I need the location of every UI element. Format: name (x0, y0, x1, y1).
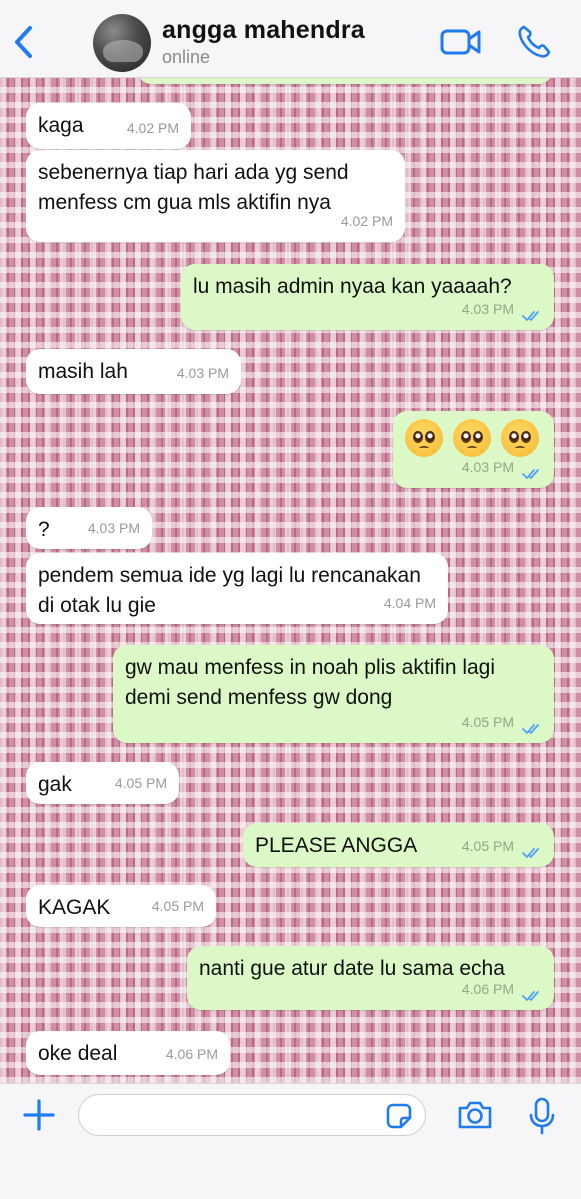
message-text: PLEASE ANGGA (255, 834, 418, 857)
message-time: 4.06 PM (165, 1046, 218, 1062)
message-outgoing[interactable]: lu masih admin nyaa kan yaaaah? 4.03 PM (181, 264, 554, 330)
phone-icon[interactable] (516, 24, 552, 60)
message-input[interactable] (78, 1094, 426, 1136)
message-incoming[interactable]: pendem semua ide yg lagi lu rencanakan d… (26, 553, 448, 624)
message-text: KAGAK (38, 896, 111, 919)
message-time: 4.03 PM (176, 365, 229, 381)
message-incoming[interactable]: KAGAK 4.05 PM (26, 885, 216, 927)
message-text: pendem semua ide yg lagi lu rencanakan d… (38, 564, 421, 617)
message-time: 4.04 PM (383, 595, 436, 611)
message-time: 4.03 PM (87, 520, 140, 536)
message-time: 4.05 PM (151, 898, 204, 914)
message-time: 4.05 PM (461, 838, 514, 854)
message-time: 4.03 PM (461, 459, 514, 475)
message-time: 4.02 PM (340, 213, 393, 229)
message-text: sebenernya tiap hari ada yg send menfess… (38, 161, 349, 214)
message-time: 4.06 PM (461, 981, 514, 997)
chat-header: angga mahendra online (0, 0, 581, 78)
contact-status: online (162, 47, 211, 67)
message-outgoing[interactable]: PLEASE ANGGA 4.05 PM (243, 823, 554, 867)
emoji-pleading-face-icon (405, 419, 443, 457)
message-time: 4.05 PM (114, 775, 167, 791)
avatar[interactable] (93, 14, 151, 72)
message-incoming[interactable]: masih lah 4.03 PM (26, 349, 241, 394)
read-receipt-icon (522, 311, 539, 321)
message-time: 4.02 PM (126, 120, 179, 136)
video-camera-icon[interactable] (440, 26, 482, 58)
message-incoming[interactable]: kaga 4.02 PM (26, 103, 191, 149)
message-incoming[interactable]: ? 4.03 PM (26, 507, 152, 549)
message-outgoing[interactable]: gw mau menfess in noah plis aktifin lagi… (113, 645, 554, 743)
message-text: gw mau menfess in noah plis aktifin lagi… (125, 656, 496, 709)
read-receipt-icon (522, 848, 539, 858)
message-time: 4.05 PM (461, 714, 514, 730)
sticker-icon[interactable] (384, 1101, 414, 1131)
read-receipt-icon (522, 991, 539, 1001)
message-text: nanti gue atur date lu sama echa (199, 957, 505, 980)
message-incoming[interactable]: oke deal 4.06 PM (26, 1031, 230, 1075)
contact-name[interactable]: angga mahendra (162, 16, 365, 45)
message-text: oke deal (38, 1042, 118, 1065)
message-incoming[interactable]: gak 4.05 PM (26, 762, 179, 804)
message-text: masih lah (38, 360, 128, 383)
read-receipt-icon (522, 724, 539, 734)
microphone-icon[interactable] (528, 1097, 556, 1135)
message-outgoing[interactable]: 🥺🥺🥺 4.03 PM (393, 411, 554, 488)
message-text: ? (38, 518, 50, 541)
plus-icon[interactable] (22, 1098, 56, 1132)
message-incoming[interactable]: sebenernya tiap hari ada yg send menfess… (26, 150, 405, 242)
message-text: gak (38, 773, 72, 796)
read-receipt-icon (522, 469, 539, 479)
message-outgoing[interactable]: nanti gue atur date lu sama echa 4.06 PM (187, 946, 554, 1010)
back-chevron-icon[interactable] (10, 24, 40, 60)
camera-icon[interactable] (456, 1099, 494, 1131)
chat-area[interactable]: kaga 4.02 PM sebenernya tiap hari ada yg… (0, 78, 581, 1083)
previous-message-edge (138, 78, 552, 84)
message-time: 4.03 PM (461, 301, 514, 317)
message-text: kaga (38, 114, 84, 137)
